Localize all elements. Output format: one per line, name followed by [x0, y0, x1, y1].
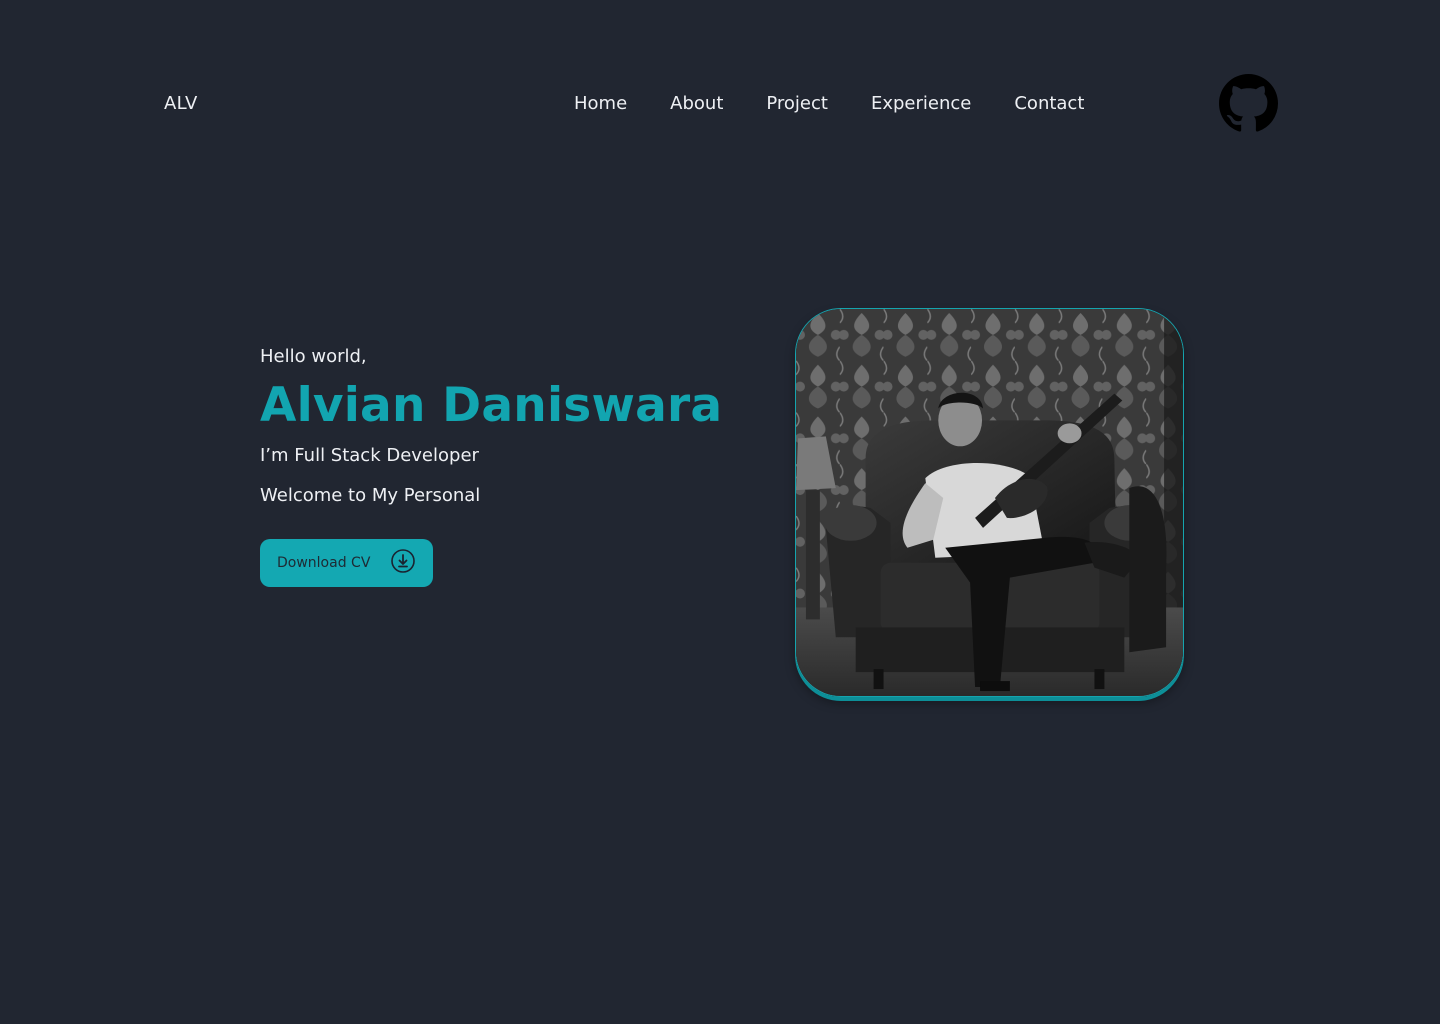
nav-home[interactable]: Home [574, 92, 627, 116]
nav-contact[interactable]: Contact [1014, 92, 1084, 116]
github-icon[interactable] [1219, 74, 1278, 133]
nav-experience[interactable]: Experience [871, 92, 971, 116]
download-circle-icon [390, 548, 416, 574]
download-cv-label: Download CV [277, 555, 371, 571]
hero-welcome: Welcome to My Personal [260, 485, 481, 506]
nav-about[interactable]: About [670, 92, 723, 116]
portfolio-page: ALV Home About Project Experience Contac… [0, 0, 1440, 1024]
main-nav: Home About Project Experience Contact [574, 92, 1084, 116]
nav-project[interactable]: Project [766, 92, 828, 116]
hero-greeting: Hello world, [260, 346, 367, 367]
download-cv-button[interactable]: Download CV [260, 539, 433, 587]
portrait-photo [795, 308, 1184, 697]
hero-name: Alvian Daniswara [260, 378, 723, 433]
site-logo[interactable]: ALV [164, 92, 198, 116]
hero-role: I’m Full Stack Developer [260, 445, 479, 466]
